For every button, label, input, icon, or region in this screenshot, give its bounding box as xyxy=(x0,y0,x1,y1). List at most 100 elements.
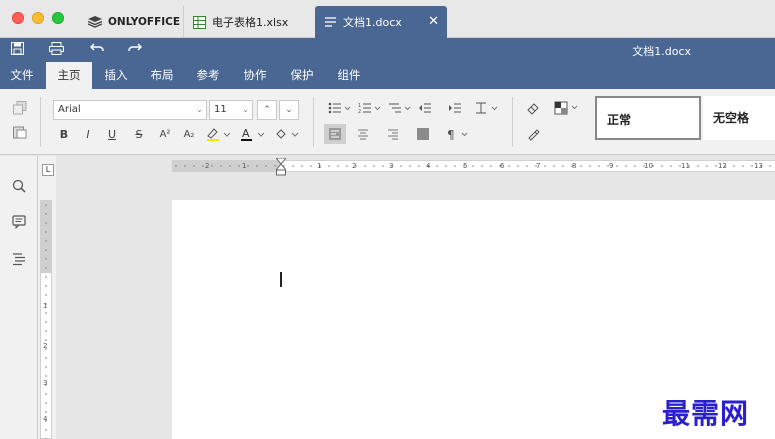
tab-document[interactable]: 文档1.docx ✕ xyxy=(315,6,447,38)
left-sidebar xyxy=(0,156,38,439)
chevron-down-icon: ⌄ xyxy=(242,105,249,114)
line-spacing-icon[interactable] xyxy=(472,98,502,118)
tab-file[interactable]: 文件 xyxy=(0,62,44,89)
text-caret xyxy=(280,272,282,287)
ruler-label: 6 xyxy=(500,162,505,170)
indent-marker-icon[interactable] xyxy=(276,158,286,176)
vertical-ruler[interactable]: 1 2 3 4 xyxy=(40,200,52,439)
close-tab-icon[interactable]: ✕ xyxy=(428,14,439,29)
tab-label: ONLYOFFICE xyxy=(108,16,181,28)
tab-spreadsheet[interactable]: 电子表格1.xlsx xyxy=(185,6,313,38)
ruler-label: 13 xyxy=(754,162,763,170)
tab-stop-selector-icon[interactable]: L xyxy=(42,164,54,176)
spreadsheet-icon xyxy=(193,15,206,29)
increase-font-icon[interactable]: ⌃ xyxy=(257,100,277,120)
numbered-list-icon[interactable]: 12 xyxy=(356,98,384,118)
zoom-window-button[interactable] xyxy=(52,12,64,24)
style-normal[interactable]: 正常 xyxy=(595,96,701,140)
font-name-value: Arial xyxy=(58,104,81,115)
onlyoffice-logo-icon xyxy=(88,16,102,28)
align-right-icon[interactable] xyxy=(382,124,404,144)
svg-text:A: A xyxy=(242,127,250,140)
ruler-label: 3 xyxy=(389,162,394,170)
chevron-down-icon: ⌄ xyxy=(196,105,203,114)
tab-protection[interactable]: 保护 xyxy=(280,62,324,89)
separator xyxy=(40,97,41,147)
paragraph-shading-icon[interactable] xyxy=(272,124,302,144)
tab-references[interactable]: 参考 xyxy=(186,62,230,89)
svg-text:¶: ¶ xyxy=(447,128,455,140)
underline-button[interactable]: U xyxy=(101,124,123,144)
home-toolbar: Arial ⌄ 11 ⌄ ⌃ ⌄ B I U S A² A₂ A 12 ¶ 正常… xyxy=(0,89,775,155)
ruler-label: 8 xyxy=(572,162,577,170)
font-size-value: 11 xyxy=(214,104,227,115)
subscript-button[interactable]: A₂ xyxy=(178,124,200,144)
ruler-label: 12 xyxy=(718,162,727,170)
navigation-icon[interactable] xyxy=(10,250,28,268)
justify-icon[interactable] xyxy=(412,124,434,144)
tab-layout[interactable]: 布局 xyxy=(140,62,184,89)
bold-button[interactable]: B xyxy=(53,124,75,144)
strikethrough-button[interactable]: S xyxy=(128,124,150,144)
highlight-color-icon[interactable] xyxy=(204,124,234,144)
ruler-label: 1 xyxy=(317,162,322,170)
copy-icon[interactable] xyxy=(9,98,31,118)
ribbon-tabs: 文件 主页 插入 布局 参考 协作 保护 组件 xyxy=(0,62,775,89)
decrease-font-icon[interactable]: ⌄ xyxy=(279,100,299,120)
ruler-label: 9 xyxy=(609,162,614,170)
tab-plugins[interactable]: 组件 xyxy=(326,62,372,89)
close-window-button[interactable] xyxy=(12,12,24,24)
clear-style-icon[interactable] xyxy=(522,98,544,118)
font-color-icon[interactable]: A xyxy=(238,124,268,144)
align-center-icon[interactable] xyxy=(352,124,374,144)
ruler-label: 2 xyxy=(43,342,48,350)
redo-icon[interactable] xyxy=(128,42,143,57)
ruler-label: 4 xyxy=(43,415,48,423)
copy-style-icon[interactable] xyxy=(522,124,544,144)
ruler-label: 2 xyxy=(352,162,357,170)
tab-label: 文档1.docx xyxy=(343,16,402,29)
document-icon xyxy=(325,17,337,27)
ruler-label: 1 xyxy=(43,302,48,310)
ruler-label: 5 xyxy=(463,162,468,170)
comments-icon[interactable] xyxy=(10,213,28,231)
document-title: 文档1.docx xyxy=(632,45,691,58)
superscript-button[interactable]: A² xyxy=(154,124,176,144)
font-size-select[interactable]: 11 ⌄ xyxy=(209,100,253,120)
increase-indent-icon[interactable] xyxy=(444,98,466,118)
minimize-window-button[interactable] xyxy=(32,12,44,24)
tab-label: 电子表格1.xlsx xyxy=(212,16,289,29)
align-left-icon[interactable] xyxy=(324,124,346,144)
ruler-label: 10 xyxy=(644,162,653,170)
print-icon[interactable] xyxy=(49,42,64,59)
editor-header: 文档1.docx xyxy=(0,38,775,62)
italic-button[interactable]: I xyxy=(77,124,99,144)
save-icon[interactable] xyxy=(11,42,24,59)
ruler-label: 3 xyxy=(43,379,48,387)
ruler-label: 1 xyxy=(242,162,247,170)
ruler-label: 2 xyxy=(205,162,210,170)
font-name-select[interactable]: Arial ⌄ xyxy=(53,100,207,120)
tab-insert[interactable]: 插入 xyxy=(94,62,138,89)
ruler-label: 4 xyxy=(426,162,431,170)
tab-onlyoffice[interactable]: ONLYOFFICE xyxy=(80,6,184,38)
decrease-indent-icon[interactable] xyxy=(414,98,436,118)
ruler-label: 7 xyxy=(536,162,541,170)
separator xyxy=(512,97,513,147)
nonprinting-characters-icon[interactable]: ¶ xyxy=(444,124,474,144)
multilevel-list-icon[interactable] xyxy=(386,98,414,118)
ruler-ticks xyxy=(45,204,47,439)
style-no-spacing[interactable]: 无空格 xyxy=(703,96,775,140)
ruler-label: 11 xyxy=(681,162,690,170)
bullet-list-icon[interactable] xyxy=(326,98,354,118)
undo-icon[interactable] xyxy=(89,42,104,57)
horizontal-ruler[interactable]: 2 1 1 2 3 4 5 6 7 8 9 10 11 12 13 xyxy=(172,158,775,176)
window-title-bar: ONLYOFFICE 电子表格1.xlsx 文档1.docx ✕ xyxy=(0,0,775,38)
color-scheme-icon[interactable] xyxy=(552,98,582,118)
tab-home[interactable]: 主页 xyxy=(46,62,92,89)
svg-text:2: 2 xyxy=(358,109,361,114)
separator xyxy=(313,97,314,147)
paste-icon[interactable] xyxy=(9,122,31,142)
tab-collaboration[interactable]: 协作 xyxy=(233,62,277,89)
search-icon[interactable] xyxy=(10,177,28,195)
